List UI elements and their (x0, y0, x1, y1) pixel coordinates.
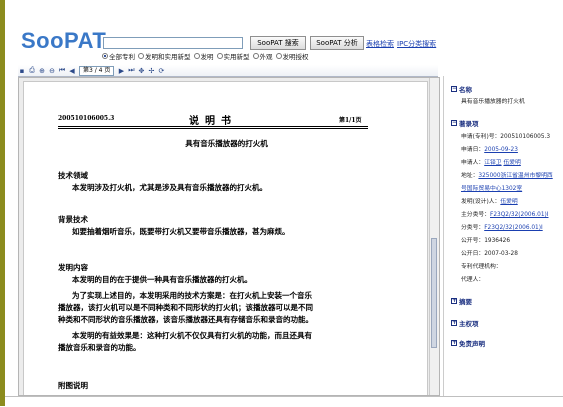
expand-icon[interactable]: + (451, 340, 457, 346)
address-row: 地址：325000浙江省温州市黎明西 (461, 173, 553, 179)
applicant-link-2[interactable]: 伍爱明 (503, 160, 520, 166)
soopat-logo[interactable]: SooPAT (21, 28, 106, 54)
section-background-text: 如要抽着烟听音乐，既要带打火机又要带音乐播放器，甚为麻烦。 (72, 227, 290, 236)
radio-all-patents[interactable]: 全部专利 (102, 51, 135, 61)
name-section-head[interactable]: − 名称 (451, 84, 472, 94)
radio-dot-icon (193, 53, 200, 59)
disclaimer-section-head[interactable]: + 免责声明 (451, 338, 485, 348)
viewer-toolbar: ▪ ⎙ ⊕ ⊖ ⏮ ◀ 第3 / 4 页 ▶ ⏭ ✥ ✢ ⟳ (18, 65, 438, 77)
address-link[interactable]: 325000浙江省温州市黎明西 (478, 173, 552, 179)
tech-solution-line-2: 播放器，该打火机可以是不同种类和不同形状的打火机；该播放器可以是不同 (58, 303, 313, 312)
zoom-out-icon[interactable]: ⊖ (48, 67, 56, 75)
applicant-link-1[interactable]: 江铎卫 (484, 160, 501, 166)
document-viewer[interactable]: 200510106005.3 说明书 第1/1页 具有音乐播放器的打火机 技术领… (18, 77, 440, 396)
class-row: 分类号：F23Q2/32(2006.01)I (461, 225, 543, 231)
publication-number: 公开号：1936426 (461, 238, 511, 244)
expand-icon[interactable]: + (451, 298, 457, 304)
radio-dot-icon (138, 53, 144, 59)
agent: 代理人： (461, 277, 485, 283)
first-page-icon[interactable]: ⏮ (58, 66, 66, 75)
prev-page-icon[interactable]: ◀ (68, 67, 76, 75)
pan-icon[interactable]: ✢ (147, 67, 155, 75)
radio-invention-utility[interactable]: 发明和实用新型 (138, 51, 191, 61)
header-rule (58, 126, 368, 127)
address-row-2: 号国际贸易中心1302室 (461, 183, 522, 192)
document-scrollbar[interactable] (429, 78, 439, 395)
document-page: 200510106005.3 说明书 第1/1页 具有音乐播放器的打火机 技术领… (23, 81, 428, 395)
ipc-search-link[interactable]: IPC分类搜索 (397, 39, 436, 49)
zoom-in-icon[interactable]: ⊕ (38, 67, 46, 75)
radio-dot-icon (275, 53, 282, 59)
bottom-border (5, 396, 563, 407)
class-link[interactable]: F23Q2/32(2006.01)I (484, 225, 543, 231)
application-number: 申请(专利)号：200510106005.3 (461, 134, 551, 140)
scrollbar-thumb[interactable] (431, 238, 437, 348)
name-value: 具有音乐播放器的打火机 (461, 99, 525, 105)
benefit-line-1: 本发明的有益效果是：这种打火机不仅仅具有打火机的功能，而且还具有 (72, 331, 312, 340)
application-date-row: 申请日：2005-09-23 (461, 147, 518, 153)
invention-title: 具有音乐播放器的打火机 (185, 139, 268, 148)
applicant-row: 申请人：江铎卫 伍爱明 (461, 160, 521, 166)
main-class-link[interactable]: F23Q2/32(2006.01)I (490, 212, 549, 218)
patent-info-panel: − 名称 具有音乐播放器的打火机 − 著录项 申请(专利)号：20051010600… (443, 76, 562, 396)
radio-dot-icon (216, 53, 223, 59)
collapse-icon[interactable]: − (451, 86, 457, 92)
section-content-text: 本发明的目的在于提供一种具有音乐播放器的打火机。 (72, 275, 252, 284)
document-page-number: 第1/1页 (339, 117, 362, 124)
save-icon[interactable]: ▪ (18, 67, 26, 75)
soopat-search-button[interactable]: SooPAT 搜索 (250, 36, 306, 50)
search-input[interactable] (103, 37, 243, 49)
radio-invention[interactable]: 发明 (193, 51, 214, 61)
claims-section-head[interactable]: + 主权项 (451, 318, 479, 328)
collapse-icon[interactable]: − (451, 120, 457, 126)
page-indicator[interactable]: 第3 / 4 页 (79, 65, 115, 76)
section-content-head: 发明内容 (58, 263, 88, 272)
next-page-icon[interactable]: ▶ (117, 67, 125, 75)
benefit-line-2: 播放音乐和录音的功能。 (58, 343, 141, 352)
radio-granted[interactable]: 发明授权 (275, 51, 309, 61)
main-class-row: 主分类号：F23Q2/32(2006.01)I (461, 212, 549, 218)
header: SooPAT SooPAT 搜索 SooPAT 分析 表格检索 IPC分类搜索 … (5, 0, 563, 62)
biblio-section-head[interactable]: − 著录项 (451, 118, 479, 128)
radio-design[interactable]: 外观 (252, 51, 273, 61)
tech-solution-line-1: 为了实现上述目的，本发明采用的技术方案是：在打火机上安装一个音乐 (72, 291, 312, 300)
abstract-section-head[interactable]: + 摘要 (451, 296, 472, 306)
section-tech-field-text: 本发明涉及打火机，尤其是涉及具有音乐播放器的打火机。 (72, 183, 267, 192)
expand-icon[interactable]: + (451, 320, 457, 326)
radio-utility[interactable]: 实用新型 (216, 51, 250, 61)
document-number: 200510106005.3 (58, 115, 115, 122)
patent-type-radio-group: 全部专利 发明和实用新型 发明 实用新型 外观 发明授权 (102, 51, 309, 61)
address-link-2[interactable]: 号国际贸易中心1302室 (461, 186, 522, 192)
fit-page-icon[interactable]: ✥ (137, 67, 145, 75)
radio-dot-icon (102, 53, 108, 59)
application-date-link[interactable]: 2005-09-23 (484, 147, 518, 153)
soopat-analyze-button[interactable]: SooPAT 分析 (310, 36, 364, 50)
tech-solution-line-3: 种类和不同形状的音乐播放器，该音乐播放器还具有存储音乐和录音的功能。 (58, 315, 313, 324)
header-rule (58, 128, 368, 129)
document-title: 说明书 (189, 116, 237, 127)
publication-date: 公开日：2007-03-28 (461, 251, 518, 257)
last-page-icon[interactable]: ⏭ (127, 66, 135, 75)
section-tech-field-head: 技术领域 (58, 171, 88, 180)
inventor-row: 发明(设计)人：伍爱明 (461, 199, 518, 205)
print-icon[interactable]: ⎙ (28, 66, 36, 75)
section-drawings-head: 附图说明 (58, 381, 88, 390)
radio-dot-icon (252, 53, 259, 59)
agency: 专利代理机构： (461, 264, 502, 270)
inventor-link[interactable]: 伍爱明 (500, 199, 517, 205)
section-background-head: 背景技术 (58, 215, 88, 224)
rotate-icon[interactable]: ⟳ (157, 67, 165, 75)
table-search-link[interactable]: 表格检索 (366, 39, 394, 49)
